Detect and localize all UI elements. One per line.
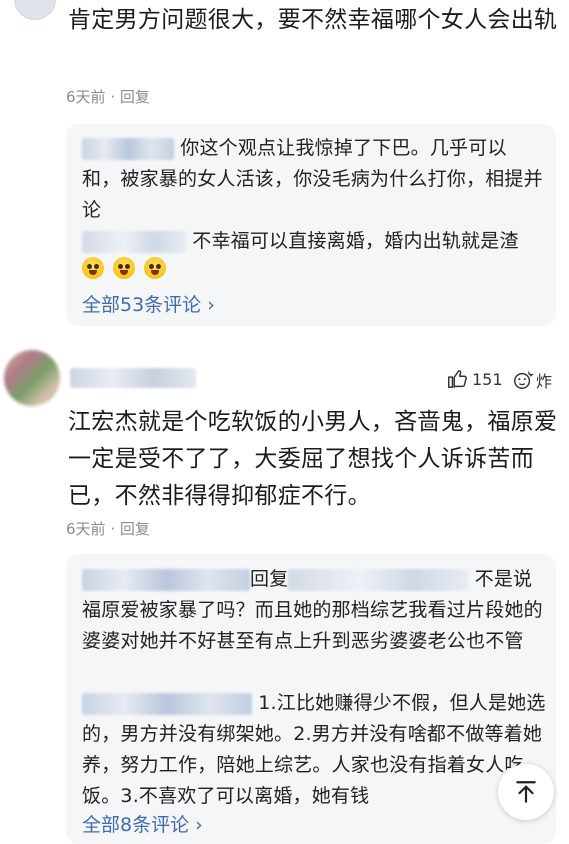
reply-item[interactable]: 你这个观点让我惊掉了下巴。几乎可以和，被家暴的女人活该，你没毛病为什么打你，相提… (82, 133, 544, 226)
blurred-username (82, 230, 186, 253)
like-count: 151 (472, 369, 503, 389)
reply-button[interactable]: 回复 (120, 88, 150, 106)
blurred-username (82, 692, 252, 715)
meta-separator: · (110, 88, 116, 106)
more-replies-label: 全部8条评论 (82, 814, 190, 836)
more-replies-link[interactable]: 全部8条评论 › (82, 810, 203, 837)
comment-text: 江宏杰就是个吃软饭的小男人，吝啬鬼，福原爱一定是受不了了，大委屈了想找个人诉诉苦… (68, 409, 558, 509)
crying-emoji-icon (82, 257, 104, 279)
comment-text: 肯定男方问题很大，要不然幸福哪个女人会出轨 (68, 7, 558, 33)
crying-emoji-icon (113, 257, 136, 279)
more-replies-label: 全部53条评论 (82, 294, 202, 316)
avatar[interactable] (14, 0, 56, 20)
scroll-to-top-button[interactable] (498, 764, 554, 820)
reply-prefix: 回复 (250, 568, 289, 590)
thumbs-up-icon (448, 370, 467, 388)
avatar[interactable] (4, 350, 60, 406)
blurred-username (82, 137, 174, 160)
comment-time: 6天前 (66, 520, 106, 538)
explode-emoji-icon (514, 371, 534, 389)
more-replies-link[interactable]: 全部53条评论 › (82, 290, 215, 317)
comment-meta: 6天前 · 回复 (66, 86, 150, 107)
chevron-right-icon: › (207, 294, 215, 316)
chevron-right-icon: › (195, 814, 203, 836)
react-label: 炸 (536, 372, 553, 391)
blurred-username[interactable] (70, 368, 196, 388)
like-button[interactable]: 151 (446, 368, 503, 390)
blurred-username (82, 568, 250, 591)
meta-separator: · (110, 520, 116, 538)
comment-meta: 6天前 · 回复 (66, 518, 150, 539)
reply-item[interactable]: 1.江比她赚得少不假，但人是她选的，男方并没有绑架她。2.男方并没有啥都不做等着… (82, 688, 548, 812)
emoji-row (82, 257, 170, 279)
reply-text: 不幸福可以直接离婚，婚内出轨就是渣 (192, 230, 519, 252)
reply-item[interactable]: 不幸福可以直接离婚，婚内出轨就是渣 (82, 226, 544, 257)
blurred-username (288, 568, 469, 591)
react-button[interactable]: 炸 (512, 368, 552, 392)
comment-time: 6天前 (66, 88, 106, 106)
reply-item[interactable]: 回复 不是说福原爱被家暴了吗？而且她的那档综艺我看过片段她的婆婆对她并不好甚至有… (82, 564, 548, 657)
crying-emoji-icon (144, 257, 167, 279)
reply-button[interactable]: 回复 (120, 520, 150, 538)
arrow-up-icon (516, 781, 536, 803)
